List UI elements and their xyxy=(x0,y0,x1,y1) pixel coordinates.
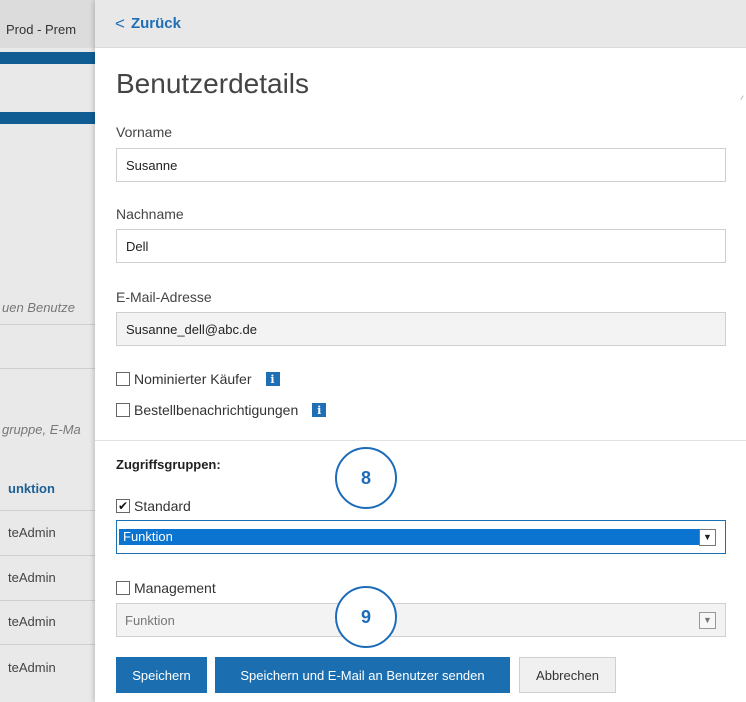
background-divider xyxy=(0,510,95,511)
panel-top-bar: < Zurück xyxy=(95,0,746,48)
management-checkbox[interactable] xyxy=(116,581,130,595)
info-icon[interactable]: i xyxy=(312,403,327,417)
background-divider xyxy=(0,368,95,369)
nominated-buyer-checkbox[interactable] xyxy=(116,372,130,386)
standard-group-option: ✔ Standard xyxy=(116,498,191,514)
cancel-button[interactable]: Abbrechen xyxy=(519,657,616,693)
background-search-hint: gruppe, E-Ma xyxy=(2,422,81,437)
background-divider xyxy=(0,555,95,556)
management-function-value: Funktion xyxy=(125,612,175,628)
chevron-down-icon[interactable]: ▼ xyxy=(699,528,716,546)
background-nav-bar xyxy=(0,112,95,124)
management-label: Management xyxy=(134,580,216,596)
back-link[interactable]: < Zurück xyxy=(115,14,181,34)
user-details-panel: < Zurück Benutzerdetails Vorname Susanne… xyxy=(95,0,746,702)
background-nav-bar xyxy=(0,52,95,64)
callout-badge-8: 8 xyxy=(335,447,397,509)
background-divider xyxy=(0,644,95,645)
standard-label: Standard xyxy=(134,498,191,514)
order-notifications-label: Bestellbenachrichtigungen xyxy=(134,402,299,418)
order-notifications-checkbox[interactable] xyxy=(116,403,130,417)
background-column-header: unktion xyxy=(8,481,55,496)
section-divider xyxy=(95,440,746,441)
background-divider xyxy=(0,324,95,325)
background-divider xyxy=(0,600,95,601)
scroll-indicator-icon xyxy=(740,95,744,100)
email-field[interactable]: Susanne_dell@abc.de xyxy=(116,312,726,346)
info-icon[interactable]: i xyxy=(265,372,280,386)
save-and-email-button[interactable]: Speichern und E-Mail an Benutzer senden xyxy=(215,657,510,693)
last-name-label: Nachname xyxy=(116,206,184,222)
access-groups-label: Zugriffsgruppen: xyxy=(116,457,221,472)
first-name-label: Vorname xyxy=(116,124,173,140)
page-title: Benutzerdetails xyxy=(116,68,310,99)
back-label: Zurück xyxy=(130,15,181,32)
order-notifications-option: Bestellbenachrichtigungen i xyxy=(116,402,327,418)
scrollbar[interactable] xyxy=(736,66,746,686)
standard-function-select[interactable]: Funktion ▼ xyxy=(116,520,726,554)
standard-function-value: Funktion xyxy=(119,529,699,545)
email-label: E-Mail-Adresse xyxy=(116,289,212,305)
save-button[interactable]: Speichern xyxy=(116,657,207,693)
chevron-down-icon[interactable]: ▼ xyxy=(699,611,716,629)
nominated-buyer-option: Nominierter Käufer i xyxy=(116,371,280,387)
background-app-title: Prod - Prem xyxy=(0,0,95,48)
background-table-row: teAdmin xyxy=(8,614,56,629)
background-table-row: teAdmin xyxy=(8,660,56,675)
nominated-buyer-label: Nominierter Käufer xyxy=(134,371,252,387)
callout-badge-9: 9 xyxy=(335,586,397,648)
last-name-input[interactable]: Dell xyxy=(116,229,726,263)
first-name-input[interactable]: Susanne xyxy=(116,148,726,182)
management-function-select[interactable]: Funktion ▼ xyxy=(116,603,726,637)
chevron-left-icon: < xyxy=(115,13,125,33)
background-page: Prod - Prem uen Benutze gruppe, E-Ma unk… xyxy=(0,0,95,702)
background-table-row: teAdmin xyxy=(8,525,56,540)
background-new-user-hint: uen Benutze xyxy=(2,300,76,315)
standard-checkbox[interactable]: ✔ xyxy=(116,499,130,513)
management-group-option: Management xyxy=(116,580,216,596)
background-table-row: teAdmin xyxy=(8,570,56,585)
